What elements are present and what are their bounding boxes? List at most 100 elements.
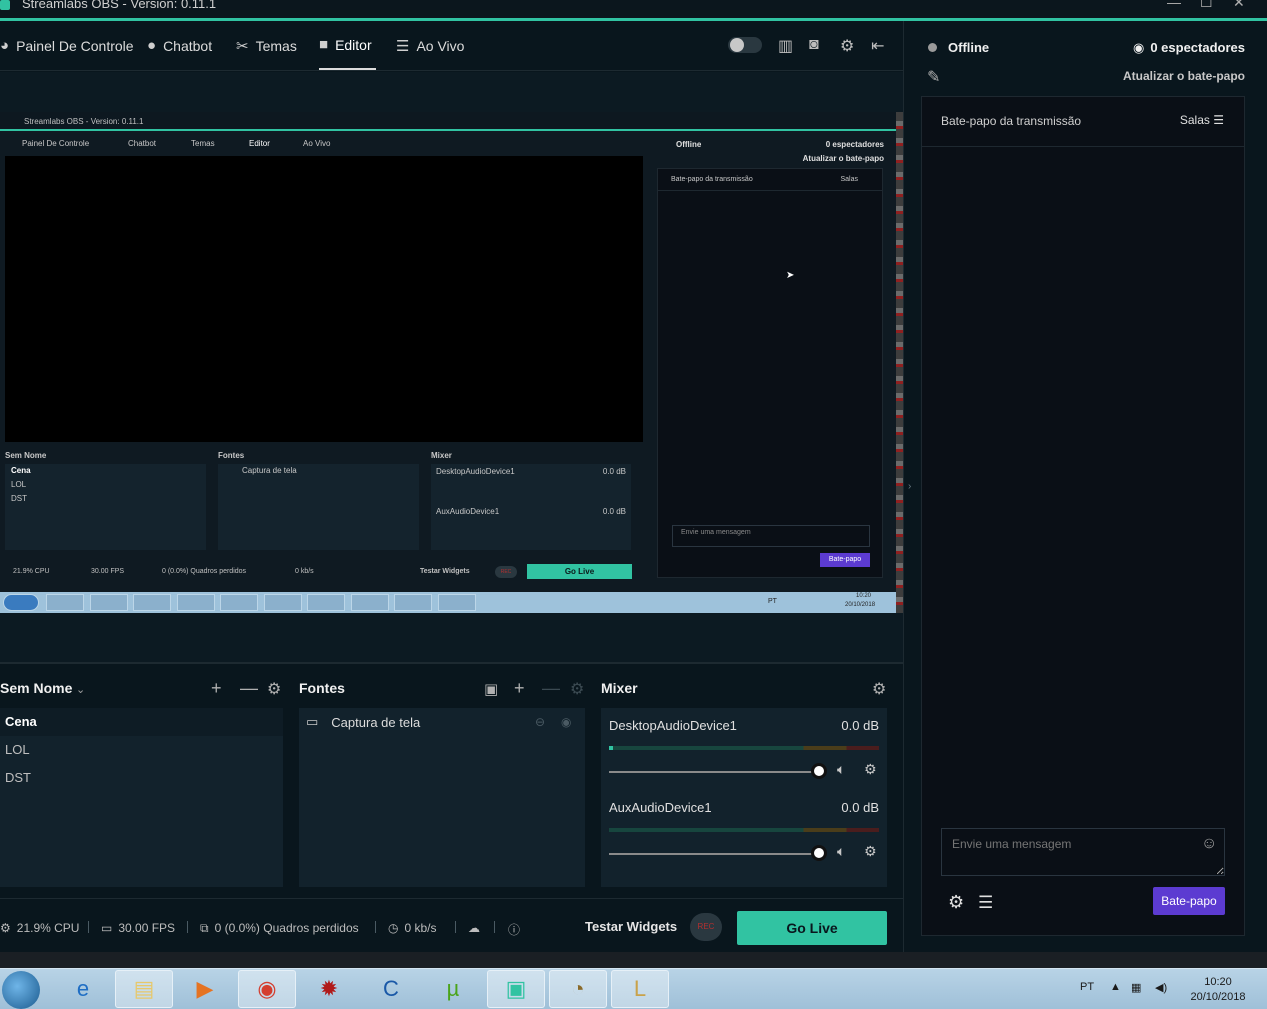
nested-testar: Testar Widgets [420, 568, 470, 575]
file-explorer-icon[interactable]: ▤ [115, 970, 173, 1008]
volume-icon[interactable]: ◀) [1155, 981, 1167, 994]
nested-mixer-box: DesktopAudioDevice1 0.0 dB AuxAudioDevic… [431, 464, 631, 550]
night-mode-toggle[interactable] [728, 37, 762, 53]
fps-icon: ▭ [101, 921, 113, 935]
rooms-button[interactable]: Salas ☰ [1180, 113, 1224, 127]
scene-item-lol[interactable]: LOL [0, 736, 283, 764]
emoji-icon[interactable]: ☺ [1201, 835, 1217, 853]
scene-collection-title[interactable]: Sem Nome [0, 680, 72, 696]
chat-message-input[interactable] [941, 828, 1225, 876]
media-player-icon[interactable]: ▶ [176, 970, 234, 1008]
chat-bubble-icon: ● [147, 37, 157, 54]
refresh-chat-link[interactable]: Atualizar o bate-papo [1123, 69, 1245, 83]
nested-accent-line [0, 129, 896, 131]
nav-temas[interactable]: ✂ Temas [236, 21, 297, 70]
nested-taskbar: PT 10:20 20/10/2018 [0, 592, 896, 613]
mixer-settings-gear-icon[interactable]: ⚙ [872, 679, 886, 699]
mixer-device-2-slider-knob[interactable] [811, 845, 827, 861]
discord-icon[interactable]: ◙ [809, 36, 819, 54]
system-clock[interactable]: 10:20 20/10/2018 [1185, 975, 1251, 1005]
remove-scene-button[interactable]: — [240, 678, 258, 699]
chat-settings-gear-icon[interactable]: ⚙ [948, 892, 964, 913]
chevron-down-icon[interactable]: ⌄ [76, 683, 85, 696]
nested-rooms: Salas [840, 176, 858, 183]
nested-scenes-box: Cena LOL DST [5, 464, 206, 550]
nested-dev2-db: 0.0 dB [602, 507, 626, 516]
separator [187, 921, 188, 933]
cloud-icon[interactable]: ☁ [468, 921, 480, 935]
mixer-panel: DesktopAudioDevice1 0.0 dB 🔈︎ ⚙ AuxAudio… [601, 708, 887, 887]
nav-editor[interactable]: ■ Editor [319, 21, 376, 70]
utorrent-icon[interactable]: µ [424, 970, 482, 1008]
network-icon[interactable]: ▦ [1131, 981, 1141, 994]
tray-expand-icon[interactable]: ▲ [1110, 981, 1121, 993]
nested-nav: Painel De Controle Chatbot Temas Editor … [0, 132, 650, 154]
device-1-gear-icon[interactable]: ⚙ [864, 761, 877, 778]
separator [455, 921, 456, 933]
preview-canvas[interactable]: Streamlabs OBS - Version: 0.11.1 Painel … [0, 112, 903, 613]
lock-icon[interactable]: ⊖ [535, 715, 545, 729]
scene-settings-gear-icon[interactable]: ⚙ [267, 679, 281, 699]
info-icon[interactable]: ⓘ [508, 921, 520, 938]
app-red-icon[interactable]: ✹ [300, 970, 358, 1008]
nested-fps: 30.00 FPS [91, 568, 125, 575]
scene-item-cena[interactable]: Cena [0, 708, 283, 736]
nested-start-icon [3, 594, 39, 611]
nested-nav-temas: Temas [191, 139, 215, 148]
add-scene-button[interactable]: + [211, 678, 222, 699]
internet-explorer-icon[interactable]: e [54, 970, 112, 1008]
mixer-device-1-slider[interactable] [609, 771, 819, 773]
add-folder-icon[interactable]: ▣ [484, 680, 498, 698]
maximize-button[interactable]: ☐ [1200, 0, 1213, 11]
nested-cpu: 21.9% CPU [13, 568, 50, 575]
windows-start-icon[interactable] [2, 971, 40, 1009]
league-client-icon[interactable]: ◔ [549, 970, 607, 1008]
nav-chatbot[interactable]: ● Chatbot [147, 21, 212, 70]
mixer-device-2-slider[interactable] [609, 853, 819, 855]
nested-black-canvas [5, 156, 643, 442]
device-2-gear-icon[interactable]: ⚙ [864, 843, 877, 860]
stream-status: Offline [928, 40, 989, 55]
chrome-icon[interactable]: ◉ [238, 970, 296, 1008]
scenes-list: Cena LOL DST [0, 708, 283, 887]
nav-ao-vivo[interactable]: ☰ Ao Vivo [396, 21, 464, 70]
studio-mode-icon[interactable]: ▥ [778, 36, 793, 56]
language-indicator[interactable]: PT [1080, 981, 1094, 993]
frames-icon: ⧉ [200, 921, 209, 935]
separator [88, 921, 89, 933]
bitrate-stat: ◷ 0 kb/s [388, 921, 437, 935]
add-source-button[interactable]: + [514, 678, 525, 699]
league-of-legends-icon[interactable]: L [611, 970, 669, 1008]
nested-refresh: Atualizar o bate-papo [802, 154, 884, 163]
scene-item-dst[interactable]: DST [0, 764, 283, 792]
sidebar-divider[interactable]: › [903, 21, 919, 952]
close-button[interactable]: ✕ [1233, 0, 1245, 11]
go-live-button[interactable]: Go Live [737, 911, 887, 945]
speaker-icon[interactable]: 🔈︎ [837, 761, 845, 778]
visibility-eye-icon[interactable]: ◉ [561, 715, 571, 729]
test-widgets-button[interactable]: Testar Widgets [585, 919, 677, 934]
pencil-icon[interactable]: ✎ [927, 67, 940, 87]
nested-chrome-icon [177, 594, 215, 611]
collapse-sidebar-icon[interactable]: ⇤ [871, 36, 884, 56]
chevron-right-icon[interactable]: › [908, 481, 911, 492]
source-settings-gear-icon[interactable]: ⚙ [570, 679, 584, 699]
minimize-button[interactable]: — [1167, 0, 1181, 10]
nested-league-icon [438, 594, 476, 611]
source-item-screen-capture[interactable]: ▭ Captura de tela ⊖ ◉ [299, 708, 585, 736]
speaker-icon[interactable]: 🔈︎ [837, 843, 845, 860]
chat-list-icon[interactable]: ☰ [978, 893, 993, 913]
rooms-list-icon: ☰ [1213, 113, 1224, 127]
mixer-device-1-slider-knob[interactable] [811, 763, 827, 779]
rooms-label: Salas [1179, 113, 1210, 127]
rec-button[interactable]: REC [690, 913, 722, 941]
streamlabs-icon[interactable]: ▣ [487, 970, 545, 1008]
chat-send-button[interactable]: Bate-papo [1153, 887, 1225, 915]
ccleaner-icon[interactable]: C [362, 970, 420, 1008]
nav-dashboard[interactable]: ◕ Painel De Controle [0, 21, 134, 70]
remove-source-button[interactable]: — [542, 678, 560, 699]
fps-label: 30.00 FPS [118, 921, 176, 935]
settings-gear-icon[interactable]: ⚙ [840, 36, 854, 56]
sources-list: ▭ Captura de tela ⊖ ◉ [299, 708, 585, 887]
mouse-cursor-icon: ➤ [786, 270, 795, 281]
